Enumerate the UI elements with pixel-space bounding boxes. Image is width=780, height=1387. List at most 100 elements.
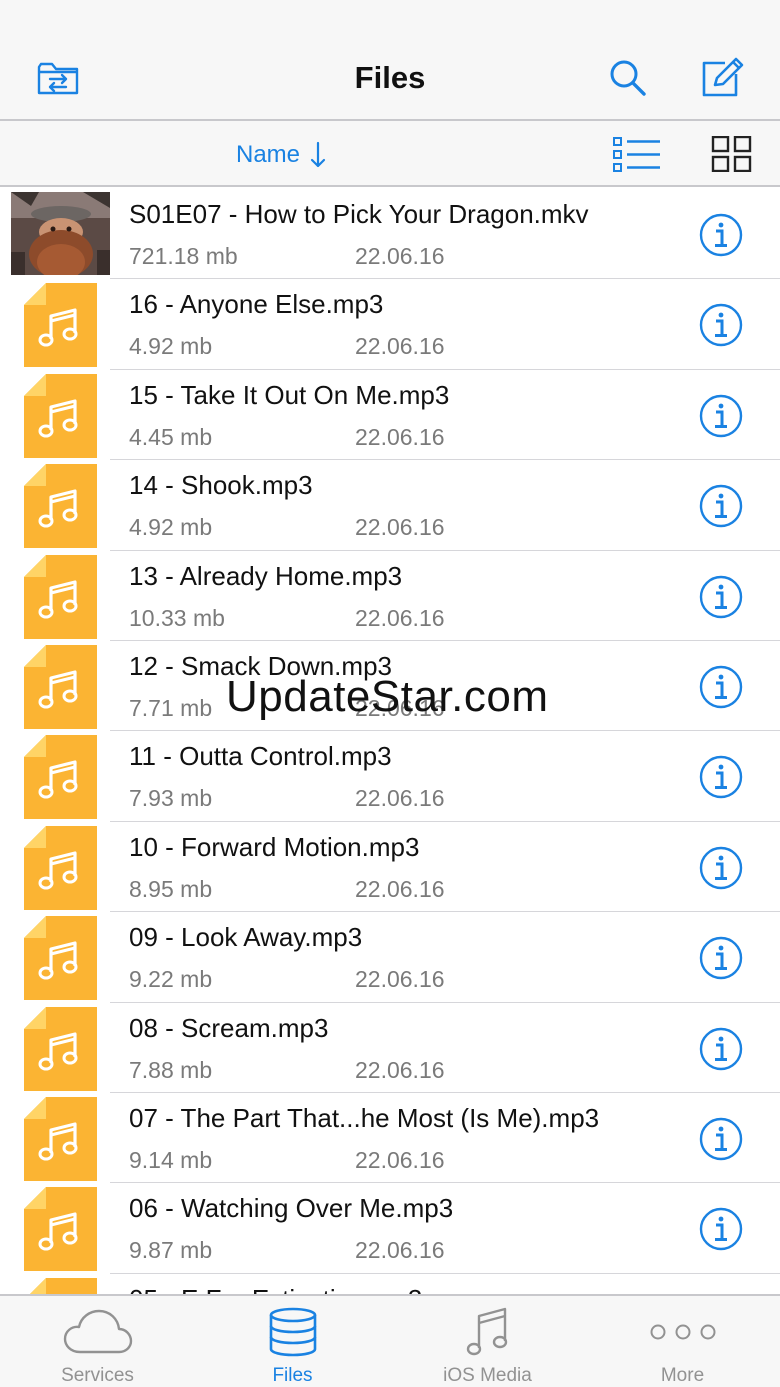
info-icon: [699, 1208, 743, 1251]
audio-file-icon: [24, 554, 97, 639]
file-size: 7.71 mb: [129, 694, 213, 721]
info-icon: [699, 756, 743, 799]
file-name: 08 - Scream.mp3: [129, 1012, 329, 1043]
compose-icon: [702, 57, 744, 97]
file-name: S01E07 - How to Pick Your Dragon.mkv: [129, 199, 589, 229]
file-size: 8.95 mb: [129, 875, 213, 902]
file-size: 4.92 mb: [129, 514, 213, 541]
file-date: 22.06.16: [355, 966, 445, 993]
info-button[interactable]: [699, 484, 743, 528]
tab-services[interactable]: Services: [0, 1296, 195, 1387]
file-row-audio[interactable]: 15 - Take It Out On Me.mp3 4.45 mb 22.06…: [0, 370, 780, 461]
info-button[interactable]: [699, 1117, 743, 1161]
info-button[interactable]: [699, 665, 743, 709]
tab-files[interactable]: Files: [195, 1296, 390, 1387]
tab-more[interactable]: More: [585, 1296, 780, 1387]
audio-file-icon: [24, 464, 97, 549]
info-button[interactable]: [699, 846, 743, 890]
sort-label: Name: [236, 141, 301, 168]
grid-view-button[interactable]: [705, 134, 759, 174]
grid-view-icon: [711, 136, 752, 172]
file-row-audio[interactable]: 11 - Outta Control.mp3 7.93 mb 22.06.16: [0, 731, 780, 823]
file-row-audio[interactable]: 16 - Anyone Else.mp3 4.92 mb 22.06.16: [0, 279, 780, 371]
file-size: 9.22 mb: [129, 966, 213, 993]
info-button[interactable]: [699, 936, 743, 980]
file-size: 10.33 mb: [129, 604, 225, 631]
file-row-audio[interactable]: 08 - Scream.mp3 7.88 mb 22.06.16: [0, 1003, 780, 1094]
audio-file-icon: [24, 1006, 97, 1091]
arrow-down-icon: [310, 141, 326, 169]
file-size: 721.18 mb: [129, 243, 238, 269]
info-icon: [699, 394, 743, 437]
file-date: 22.06.16: [355, 333, 445, 360]
info-button[interactable]: [699, 1027, 743, 1071]
tab-label: More: [660, 1365, 705, 1386]
audio-file-icon: [24, 825, 97, 910]
info-icon: [699, 1117, 743, 1161]
cloud-icon: [0, 1306, 195, 1358]
audio-file-icon: [24, 1187, 97, 1272]
file-date: 22.06.16: [355, 875, 445, 902]
file-row-audio[interactable]: 09 - Look Away.mp3 9.22 mb 22.06.16: [0, 912, 780, 1003]
file-name: 16 - Anyone Else.mp3: [129, 289, 384, 320]
tab-label: Services: [61, 1365, 134, 1386]
file-date: 22.06.16: [355, 423, 445, 450]
file-row-audio[interactable]: 10 - Forward Motion.mp3 8.95 mb 22.06.16: [0, 822, 780, 913]
page-title: Files: [354, 60, 426, 95]
file-name: 05 - E For Extinction.mp3: [129, 1284, 422, 1294]
info-icon: [699, 936, 743, 980]
file-size: 4.45 mb: [129, 423, 213, 450]
info-button[interactable]: [699, 1207, 743, 1251]
file-row-audio[interactable]: 14 - Shook.mp3 4.92 mb 22.06.16: [0, 460, 780, 551]
info-button[interactable]: [699, 755, 743, 799]
watermark-text: UpdateStar.com: [226, 672, 549, 721]
file-name: 15 - Take It Out On Me.mp3: [129, 379, 450, 410]
file-size: 7.88 mb: [129, 1056, 213, 1083]
audio-file-icon: [24, 373, 97, 458]
file-row-audio[interactable]: 05 - E For Extinction.mp3: [0, 1274, 780, 1294]
info-icon: [699, 665, 743, 709]
info-button[interactable]: [699, 213, 743, 257]
file-name: 06 - Watching Over Me.mp3: [129, 1193, 454, 1224]
file-name: 11 - Outta Control.mp3: [129, 741, 392, 772]
info-button[interactable]: [699, 394, 743, 438]
tab-bar: Services Files iOS Media More: [0, 1294, 780, 1387]
audio-file-icon: [24, 735, 97, 820]
file-row-video[interactable]: S01E07 - How to Pick Your Dragon.mkv 721…: [0, 189, 780, 280]
file-size: 9.14 mb: [129, 1146, 213, 1173]
info-icon: [699, 1027, 743, 1070]
audio-file-icon: [29, 1277, 97, 1294]
list-view-button[interactable]: [610, 134, 664, 174]
info-icon: [699, 213, 743, 257]
file-list: S01E07 - How to Pick Your Dragon.mkv 721…: [0, 189, 780, 1294]
audio-file-icon: [24, 1096, 97, 1181]
sort-by-name-button[interactable]: Name: [236, 137, 326, 173]
info-icon: [699, 304, 743, 347]
info-icon: [699, 575, 743, 618]
audio-file-icon: [24, 644, 97, 729]
file-date: 22.06.16: [355, 785, 445, 812]
compose-button[interactable]: [697, 56, 745, 100]
database-icon: [195, 1306, 390, 1358]
file-name: 09 - Look Away.mp3: [129, 922, 363, 953]
file-row-audio[interactable]: 13 - Already Home.mp3 10.33 mb 22.06.16: [0, 551, 780, 642]
file-date: 22.06.16: [355, 1056, 445, 1083]
tab-label: iOS Media: [443, 1365, 532, 1386]
file-name: 14 - Shook.mp3: [129, 470, 313, 501]
search-icon: [610, 60, 646, 96]
file-size: 4.92 mb: [129, 333, 213, 360]
file-row-audio[interactable]: 06 - Watching Over Me.mp3 9.87 mb 22.06.…: [0, 1183, 780, 1275]
more-dots-icon: [585, 1306, 780, 1358]
info-icon: [699, 484, 743, 528]
info-icon: [699, 846, 743, 889]
list-view-icon: [613, 137, 660, 172]
file-row-audio[interactable]: 07 - The Part That...he Most (Is Me).mp3…: [0, 1093, 780, 1184]
tab-label: Files: [272, 1365, 313, 1386]
tab-ios-media[interactable]: iOS Media: [390, 1296, 585, 1387]
info-button[interactable]: [699, 575, 743, 619]
info-button[interactable]: [699, 303, 743, 347]
search-button[interactable]: [604, 56, 652, 100]
file-date: 22.06.16: [355, 604, 445, 631]
file-date: 22.06.16: [355, 1237, 445, 1264]
file-date: 22.06.16: [355, 514, 445, 541]
